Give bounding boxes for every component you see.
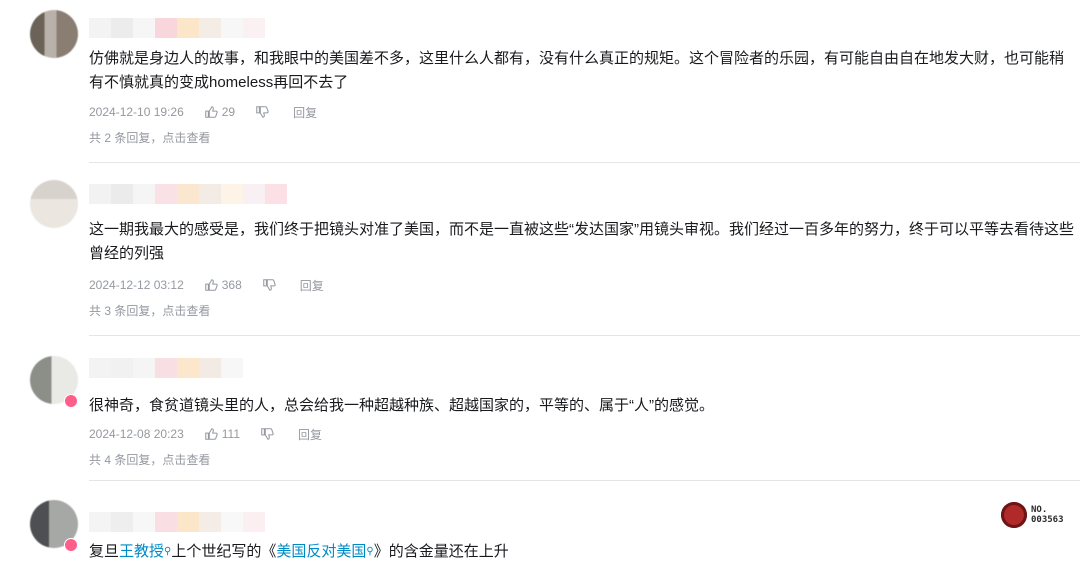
- search-link-book[interactable]: 美国反对美国: [276, 543, 366, 560]
- comment-text-suffix: 》的含金量还在上升: [373, 543, 509, 560]
- reply-button[interactable]: 回复: [298, 426, 322, 443]
- comment-meta: 2024-12-08 20:23 111 回复: [89, 426, 322, 442]
- thumb-up-icon: [204, 428, 218, 440]
- dislike-button[interactable]: [262, 278, 280, 292]
- thumb-up-icon: [204, 106, 218, 118]
- view-replies-link[interactable]: 共 3 条回复，点击查看: [89, 302, 210, 319]
- badge-icon: [64, 538, 78, 552]
- username-blurred[interactable]: [89, 358, 243, 378]
- username-blurred[interactable]: [89, 18, 265, 38]
- divider: [89, 162, 1080, 163]
- thumb-up-icon: [204, 279, 218, 291]
- view-replies-link[interactable]: 共 4 条回复，点击查看: [89, 451, 210, 468]
- badge-icon: [64, 394, 78, 408]
- search-hint-icon[interactable]: ⚲: [366, 546, 373, 557]
- reply-button[interactable]: 回复: [293, 104, 317, 121]
- comment-text: 这一期我最大的感受是，我们终于把镜头对准了美国，而不是一直被这些“发达国家”用镜…: [89, 221, 1074, 262]
- like-button[interactable]: 111: [204, 427, 240, 441]
- comment-text: 仿佛就是身边人的故事，和我眼中的美国差不多，这里什么人都有，没有什么真正的规矩。…: [89, 50, 1065, 91]
- avatar[interactable]: [30, 180, 78, 228]
- comment-date: 2024-12-08 20:23: [89, 427, 184, 441]
- comment-text: 复旦王教授⚲上个世纪写的《美国反对美国⚲》的含金量还在上升: [89, 540, 1074, 564]
- reply-button[interactable]: 回复: [300, 277, 324, 294]
- comment-text: 很神奇，食贫道镜头里的人，总会给我一种超越种族、超越国家的，平等的、属于“人”的…: [89, 397, 714, 414]
- comment-text-prefix: 复旦: [89, 543, 120, 560]
- nft-label-line2: 003563: [1031, 515, 1064, 525]
- medal-icon: [1001, 502, 1027, 528]
- comment-date: 2024-12-10 19:26: [89, 105, 184, 119]
- like-button[interactable]: 29: [204, 105, 235, 119]
- thumb-down-icon: [263, 279, 276, 291]
- username-blurred[interactable]: [89, 184, 287, 204]
- dislike-button[interactable]: [255, 105, 273, 119]
- like-count: 111: [221, 427, 240, 441]
- comment-text-mid: 上个世纪写的《: [171, 543, 277, 560]
- dislike-button[interactable]: [260, 427, 278, 441]
- like-count: 368: [221, 278, 242, 292]
- search-link-professor[interactable]: 王教授: [119, 543, 164, 560]
- like-button[interactable]: 368: [204, 278, 242, 292]
- username-blurred[interactable]: [89, 512, 265, 532]
- nft-label: NO. 003563: [1031, 505, 1064, 525]
- nft-label-line1: NO.: [1031, 505, 1048, 515]
- comment-meta: 2024-12-10 19:26 29 回复: [89, 104, 317, 120]
- avatar[interactable]: [30, 10, 78, 58]
- view-replies-link[interactable]: 共 2 条回复，点击查看: [89, 129, 210, 146]
- comment-date: 2024-12-12 03:12: [89, 278, 184, 292]
- nft-badge[interactable]: NO. 003563: [1001, 502, 1064, 528]
- divider: [89, 480, 1080, 481]
- thumb-down-icon: [256, 106, 269, 118]
- thumb-down-icon: [261, 428, 274, 440]
- comment-meta: 2024-12-12 03:12 368 回复: [89, 277, 324, 293]
- like-count: 29: [221, 105, 236, 119]
- divider: [89, 335, 1080, 336]
